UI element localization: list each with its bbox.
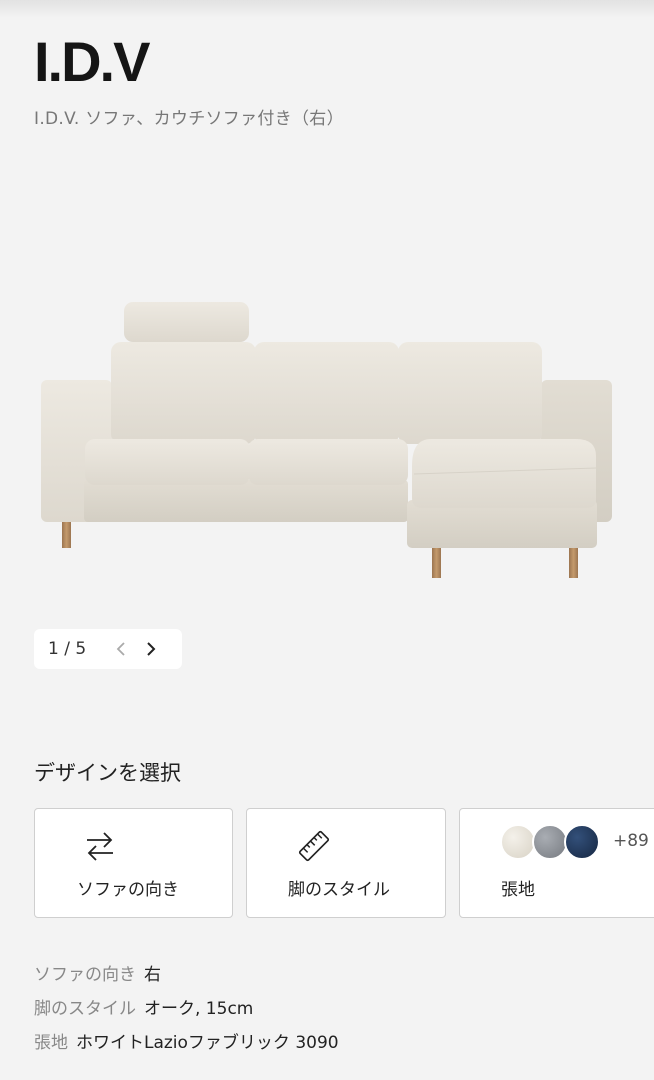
spec-upholstery-key: 張地 <box>34 1033 68 1053</box>
more-fabrics-count: +89 <box>613 831 649 851</box>
chevron-right-icon <box>147 642 156 656</box>
leg-style-option[interactable]: 脚のスタイル <box>246 808 446 918</box>
gallery-count: 1 / 5 <box>48 639 87 659</box>
brand-title: I.D.V <box>34 30 150 93</box>
gallery-pager: 1 / 5 <box>34 629 182 669</box>
top-shadow <box>0 0 654 18</box>
product-subtitle: I.D.V. ソファ、カウチソファ付き（右） <box>34 109 344 129</box>
swap-arrows-icon <box>87 832 113 861</box>
fabric-swatch-grey <box>532 824 568 860</box>
spec-upholstery: 張地 ホワイトLazioファブリック 3090 <box>34 1028 339 1053</box>
spec-upholstery-value: ホワイトLazioファブリック 3090 <box>76 1033 339 1053</box>
spec-leg-style-key: 脚のスタイル <box>34 999 136 1019</box>
spec-orientation-key: ソファの向き <box>34 965 136 985</box>
product-image-sofa <box>41 302 612 578</box>
chevron-left-icon <box>116 642 125 656</box>
previous-image-button[interactable] <box>106 634 136 664</box>
fabric-swatch-navy <box>564 824 600 860</box>
spec-leg-style: 脚のスタイル オーク, 15cm <box>34 994 253 1019</box>
design-section-title: デザインを選択 <box>34 761 181 785</box>
leg-style-label: 脚のスタイル <box>288 880 390 900</box>
next-image-button[interactable] <box>136 634 166 664</box>
spec-orientation-value: 右 <box>144 965 161 985</box>
spec-orientation: ソファの向き右 <box>34 960 161 985</box>
ruler-icon <box>298 830 330 862</box>
fabric-swatch-white <box>500 824 536 860</box>
spec-leg-style-value: オーク, 15cm <box>144 999 254 1019</box>
sofa-orientation-option[interactable]: ソファの向き <box>34 808 233 918</box>
sofa-orientation-label: ソファの向き <box>77 880 179 900</box>
upholstery-label: 張地 <box>501 880 535 900</box>
upholstery-option[interactable]: +89 張地 <box>459 808 654 918</box>
